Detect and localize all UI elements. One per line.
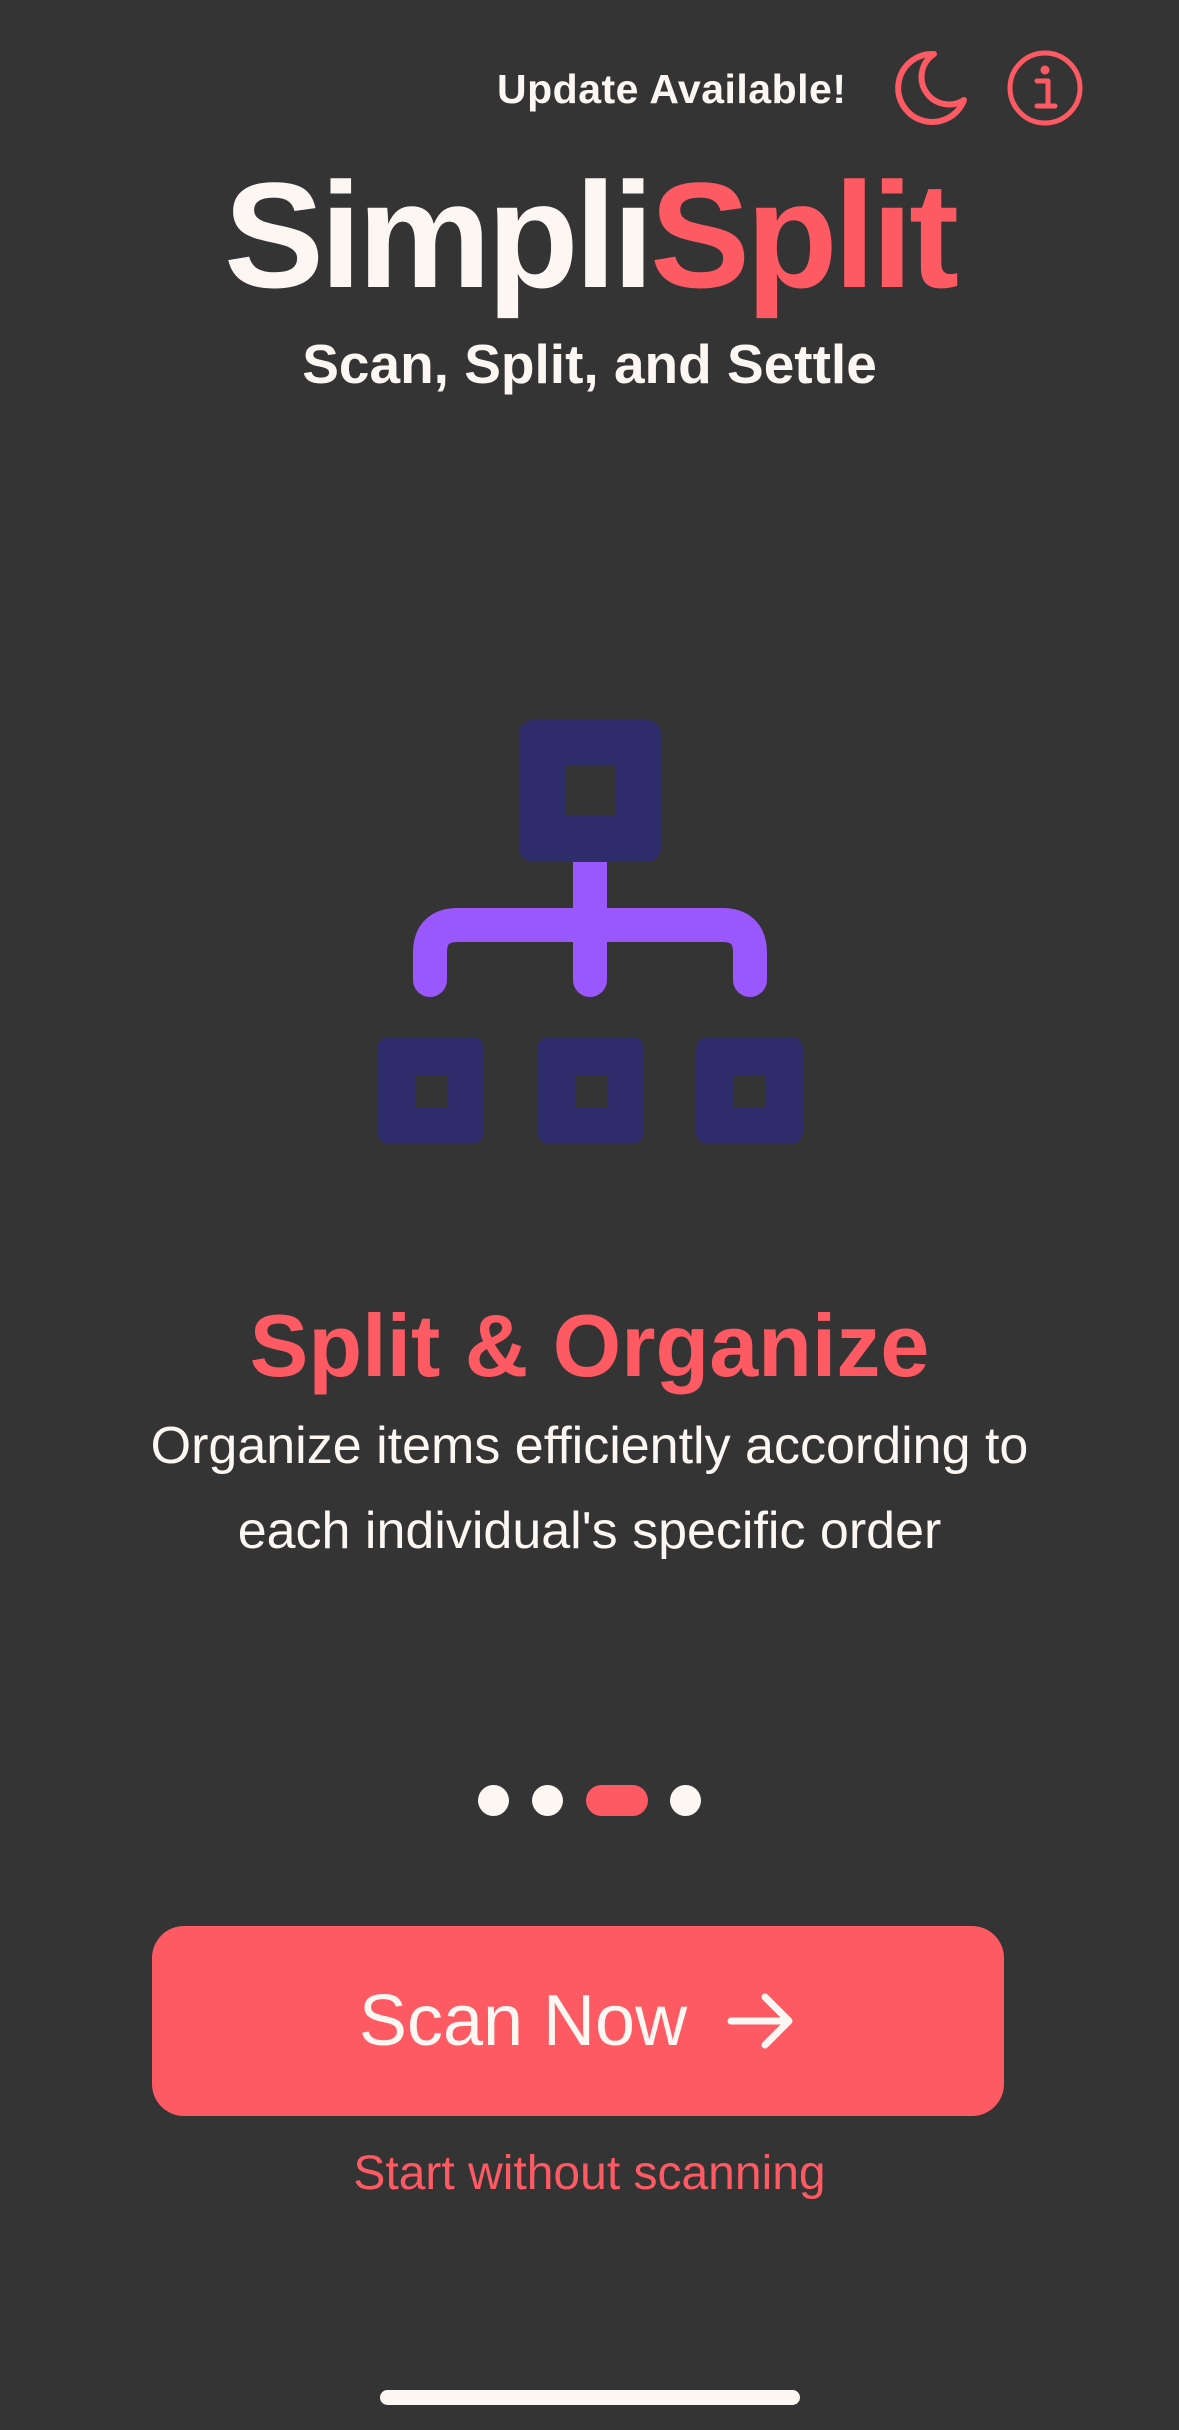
scan-now-label: Scan Now [358, 1981, 688, 2061]
page-dot-4[interactable] [670, 1785, 701, 1816]
home-indicator[interactable] [380, 2390, 800, 2405]
arrow-right-icon [727, 1993, 793, 2049]
page-dot-1[interactable] [478, 1785, 509, 1816]
info-icon[interactable] [1005, 48, 1085, 128]
hierarchy-icon [377, 720, 803, 1144]
app-tagline: Scan, Split, and Settle [302, 333, 877, 395]
scan-now-button[interactable]: Scan Now [152, 1926, 1004, 2116]
slide-description: Organize items efficiently according to … [150, 1417, 1029, 1560]
page-dot-3-active[interactable] [586, 1785, 648, 1816]
page-indicator[interactable] [0, 1785, 1179, 1817]
moon-icon[interactable] [890, 48, 970, 128]
update-available-label[interactable]: Update Available! [497, 66, 847, 113]
app-title: SimpliSplit [0, 150, 1179, 320]
start-without-scanning-link[interactable]: Start without scanning [0, 2146, 1179, 2201]
app-title-part-1: Simpli [223, 151, 654, 319]
page-dot-2[interactable] [532, 1785, 563, 1816]
app-title-part-2: Split [650, 151, 959, 319]
slide-title: Split & Organize [249, 1296, 930, 1395]
